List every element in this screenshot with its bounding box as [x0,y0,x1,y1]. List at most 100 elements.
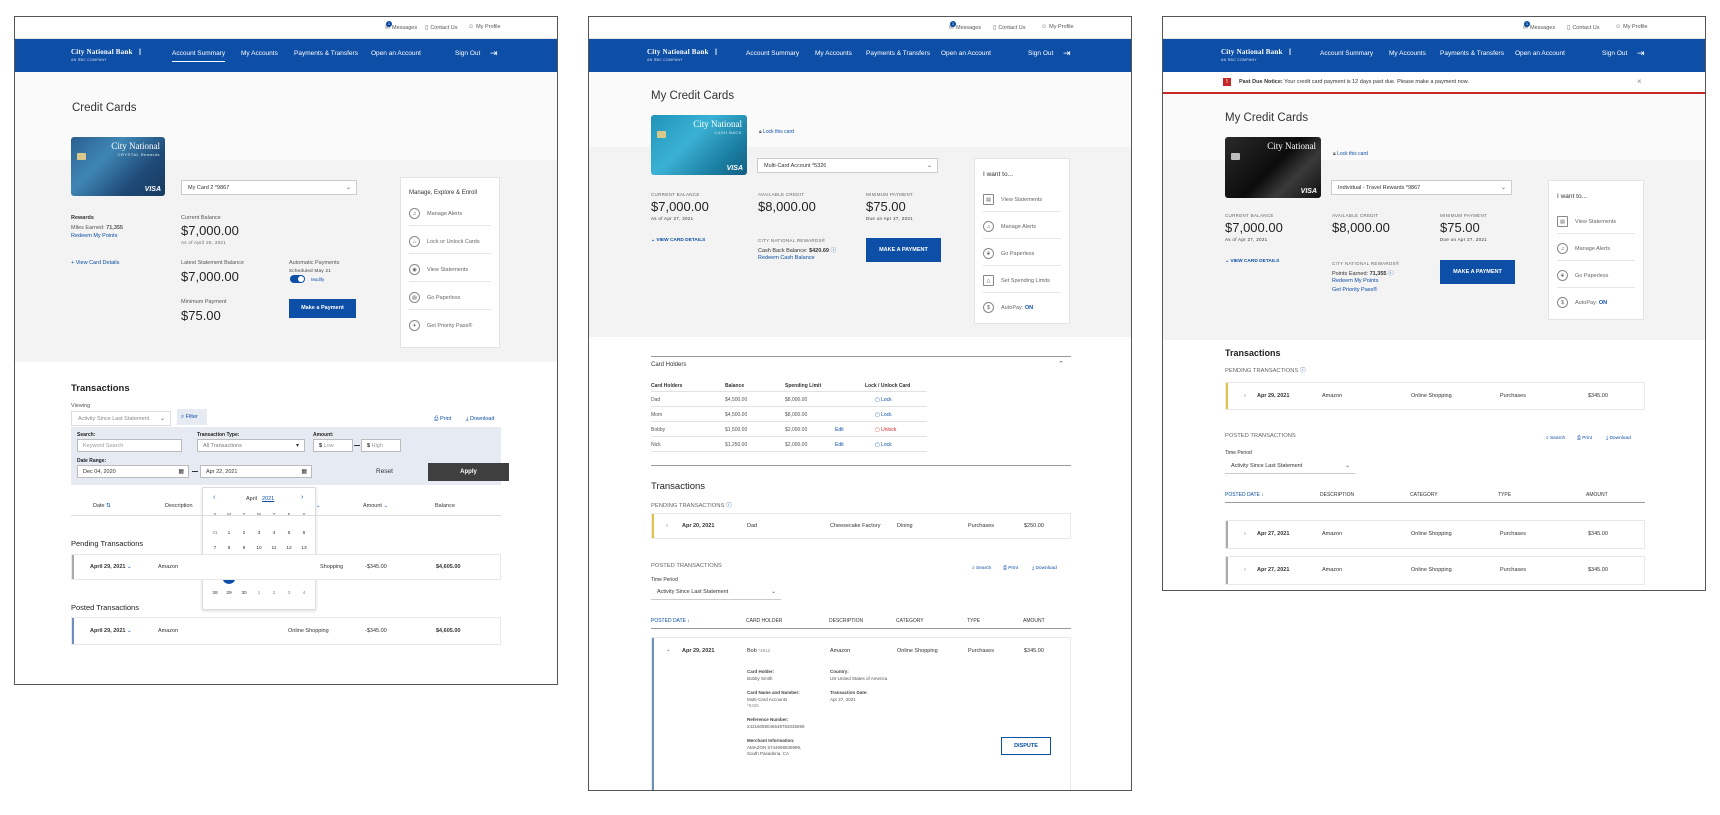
manage-alerts-item[interactable]: ♫ Manage Alerts [409,208,462,219]
calendar-day[interactable]: 2 [268,591,280,596]
lock-card-link[interactable]: ▢ Lock [875,397,892,403]
view-statements-item[interactable]: ◉ View Statements [409,264,468,275]
calendar-day[interactable]: 4 [268,531,280,536]
amount-low-input[interactable]: $ Low [313,439,353,452]
redeem-cash-link[interactable]: Redeem Cash Balance [758,255,815,261]
info-icon[interactable]: ⓘ [726,503,732,509]
calendar-day[interactable]: 1 [223,531,235,536]
calendar-day[interactable]: 9 [238,546,250,551]
apply-button[interactable]: Apply [428,463,509,481]
nav-my-accounts[interactable]: My Accounts [1389,50,1426,57]
priority-pass-link[interactable]: Get Priority Pass® [1332,287,1377,293]
print-link[interactable]: ⎙ Print [434,416,451,423]
view-card-details-link[interactable]: + View Card Details [71,260,119,266]
prev-month-icon[interactable]: ‹ [213,494,215,501]
nav-open-account[interactable]: Open an Account [371,50,421,57]
view-statements-item[interactable]: ▤ View Statements [1557,216,1616,227]
calendar-day[interactable]: 5 [283,531,295,536]
nav-my-accounts[interactable]: My Accounts [815,50,852,57]
bank-logo[interactable]: City National Bank ǁ AN RBC COMPANY [71,47,141,62]
next-month-icon[interactable]: › [301,494,303,501]
chevron-down-icon[interactable]: ⌄ [316,503,321,509]
contact-link[interactable]: ▯ Contact Us [1567,24,1600,31]
filter-button[interactable]: ⌕ Filter [177,409,207,425]
calendar-day[interactable]: 28 [209,591,221,596]
lock-cards-item[interactable]: ⌂ Lock or Unlock Cards [409,236,480,247]
bank-logo[interactable]: City National Bank ǁ AN RBC COMPANY [1221,47,1291,62]
edit-limit-link[interactable]: Edit [835,427,844,433]
calendar-day[interactable]: 2 [238,531,250,536]
col-header[interactable]: POSTED DATE ↓ [651,618,690,624]
modify-link[interactable]: Modify [311,277,324,282]
time-period-select[interactable]: Activity Since Last Statement ⌄ [651,585,781,600]
viewing-select[interactable]: Activity Since Last Statement ⌄ [71,411,171,426]
calendar-day[interactable]: 10 [253,546,265,551]
pending-row[interactable]: April 29, 2021 ⌄ Amazon Shopping -$345.0… [71,554,501,580]
autopay-item[interactable]: $ AutoPay: ON [1557,297,1607,308]
bank-logo[interactable]: City National Bank ǁ AN RBC COMPANY [647,47,717,62]
col-amount[interactable]: Amount ⌄ [363,503,388,509]
go-paperless-item[interactable]: ❦ Go Paperless [1557,270,1608,281]
info-icon[interactable]: ⓘ [830,248,836,254]
nav-payments[interactable]: Payments & Transfers [294,50,358,57]
card-select[interactable]: My Card 2 *9867 ⌄ [181,180,357,195]
date-to-input[interactable]: Apr 22, 2021 ▦ [200,465,312,478]
table-row[interactable]: › Apr 27, 2021 Amazon Online Shopping Purcha… [1225,556,1645,585]
nav-open-account[interactable]: Open an Account [941,50,991,57]
profile-link[interactable]: ☺ My Profile [468,24,501,30]
autopay-toggle[interactable] [290,275,305,283]
nav-sign-out[interactable]: Sign Out [1028,50,1053,57]
posted-row[interactable]: April 29, 2021 ⌄ Amazon Online Shopping … [71,617,501,645]
contact-link[interactable]: ▯ Contact Us [993,24,1026,31]
nav-sign-out[interactable]: Sign Out [455,50,480,57]
messages-link[interactable]: ✉ 1 Messages [949,21,981,31]
calendar-day[interactable]: 11 [268,546,280,551]
amount-high-input[interactable]: $ High [361,439,401,452]
pending-row[interactable]: › Apr 29, 2021 Amazon Online Shopping Pu… [1225,382,1645,410]
view-card-details-link[interactable]: ⌄ VIEW CARD DETAILS [651,238,705,243]
transaction-type-select[interactable]: All Transactions ▾ [197,439,305,452]
view-card-details-link[interactable]: ⌄ VIEW CARD DETAILS [1225,259,1279,264]
dispute-button[interactable]: DISPUTE [1001,737,1051,755]
nav-account-summary[interactable]: Account Summary [172,50,226,62]
posted-row-expanded[interactable]: ⌄ Apr 29, 2021 Bob *4812 Amazon Online S… [651,637,1071,790]
calendar-year[interactable]: 2021 [262,496,274,502]
date-from-input[interactable]: Dec 04, 2020 ▦ [77,465,189,478]
redeem-points-link[interactable]: Redeem My Points [1332,278,1378,284]
calendar-day[interactable]: 1 [253,591,265,596]
lock-card-link[interactable]: 🔒︎ Lock this card [1333,151,1368,157]
info-icon[interactable]: ⓘ [1300,368,1306,374]
lock-card-link[interactable]: 🔒︎ Lock this card [759,129,794,135]
calendar-day[interactable]: 30 [238,591,250,596]
chevron-down-icon[interactable]: ⌄ [666,647,671,653]
go-paperless-item[interactable]: ▤ Go Paperless [409,292,460,303]
spending-limits-item[interactable]: △ Set Spending Limits [983,275,1050,286]
calendar-day[interactable]: 7 [209,546,221,551]
messages-link[interactable]: ✉ 1 Messages [1523,21,1555,31]
card-select[interactable]: Multi-Card Account *5326 ⌄ [757,158,938,173]
redeem-points-link[interactable]: Redeem My Points [71,233,117,239]
go-paperless-item[interactable]: ❦ Go Paperless [983,248,1034,259]
chevron-up-icon[interactable]: ⌃ [1058,360,1064,368]
sign-out-icon[interactable]: ⇥ [1063,48,1071,59]
download-link[interactable]: ⤓ Download [466,416,494,423]
calendar-day[interactable]: 3 [283,591,295,596]
autopay-item[interactable]: $ AutoPay: ON [983,302,1033,313]
calendar-day[interactable]: 29 [223,591,235,596]
manage-alerts-item[interactable]: ♫ Manage Alerts [1557,243,1610,254]
close-icon[interactable]: × [1637,77,1642,86]
priority-pass-item[interactable]: ✈ Get Priority Pass® [409,320,472,331]
nav-open-account[interactable]: Open an Account [1515,50,1565,57]
pending-row[interactable]: › Apr 20, 2021 Dad Cheesecake Factory Di… [651,513,1071,539]
calendar-day[interactable]: 6 [298,531,310,536]
calendar-day[interactable]: 12 [283,546,295,551]
nav-payments[interactable]: Payments & Transfers [866,50,930,57]
print-link[interactable]: ⎙ Print [1577,435,1592,441]
time-period-select[interactable]: Activity Since Last Statement ⌄ [1225,459,1355,474]
profile-link[interactable]: ☺ My Profile [1041,24,1074,30]
search-link[interactable]: ⌕ Search [1546,435,1565,441]
download-link[interactable]: ⤓ Download [1032,565,1057,571]
card-select[interactable]: Individual - Travel Rewards *9867 ⌄ [1331,180,1512,195]
calendar-day[interactable]: 8 [223,546,235,551]
make-payment-button[interactable]: MAKE A PAYMENT [866,238,941,262]
